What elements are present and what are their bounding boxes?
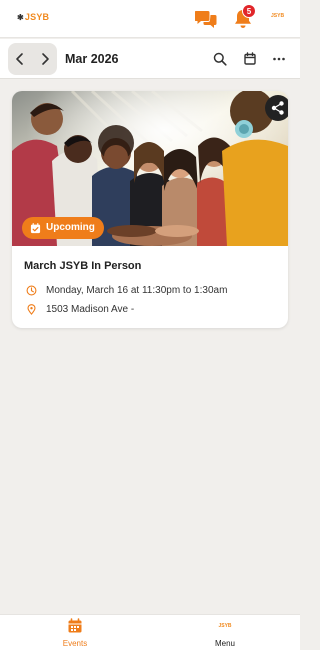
calendar-icon <box>68 618 82 633</box>
profile-logo-text: JSYB <box>271 13 285 19</box>
chat-bubbles-icon[interactable] <box>195 9 217 29</box>
event-location-row: 1503 Madison Ave - <box>26 302 134 316</box>
event-title: March JSYB In Person <box>24 260 142 272</box>
calendar-check-icon <box>30 222 41 233</box>
location-pin-icon <box>27 303 36 315</box>
tab-events-label: Events <box>62 639 88 648</box>
date-navigation-bar: Mar 2026 <box>0 39 300 79</box>
status-label: Upcoming <box>46 222 95 233</box>
event-datetime-row: Monday, March 16 at 11:30pm to 1:30am <box>26 283 227 297</box>
chevron-right-icon[interactable] <box>37 51 53 67</box>
logo-star-icon: ✱ <box>17 13 24 22</box>
tab-menu-label: Menu <box>214 639 235 648</box>
tab-menu[interactable]: JSYB Menu <box>185 615 265 650</box>
calendar-icon[interactable] <box>242 51 258 67</box>
top-app-bar: ✱JSYB 5 JSYB <box>0 0 300 38</box>
logo-icon: JSYB <box>215 623 235 629</box>
clock-icon <box>26 285 37 295</box>
profile-logo[interactable]: JSYB <box>271 13 284 19</box>
app-logo[interactable]: ✱JSYB <box>17 12 49 22</box>
logo-text: JSYB <box>24 12 50 22</box>
month-nav-group <box>8 43 57 75</box>
tab-events[interactable]: Events <box>35 615 115 650</box>
event-datetime: Monday, March 16 at 11:30pm to 1:30am <box>46 284 228 296</box>
more-horizontal-icon[interactable] <box>271 51 287 67</box>
share-button[interactable] <box>265 95 288 121</box>
menu-logo-text: JSYB <box>218 623 232 629</box>
month-title: Mar 2026 <box>65 52 119 66</box>
event-location: 1503 Madison Ave - <box>46 303 135 315</box>
share-icon <box>271 101 284 115</box>
event-card[interactable]: Upcoming March JSYB In Person Monday, Ma… <box>12 91 288 328</box>
chevron-left-icon[interactable] <box>12 51 28 67</box>
search-icon[interactable] <box>212 51 228 67</box>
notification-badge: 5 <box>242 4 256 18</box>
status-badge: Upcoming <box>22 217 104 239</box>
bottom-tab-bar: Events JSYB Menu <box>0 614 300 650</box>
